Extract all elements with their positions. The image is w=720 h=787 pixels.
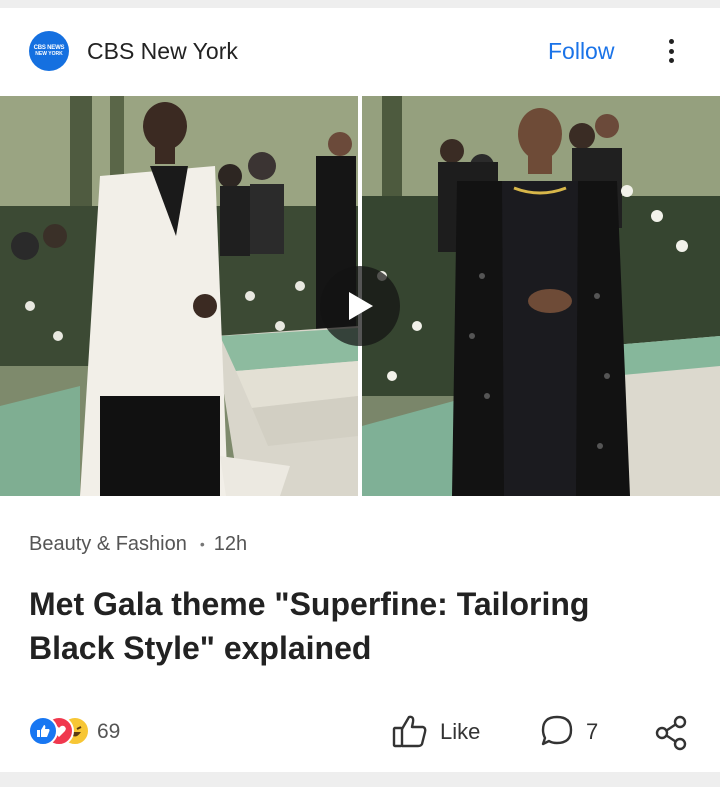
comment-count: 7: [586, 719, 599, 744]
category-label[interactable]: Beauty & Fashion: [29, 532, 187, 556]
article-meta: Beauty & Fashion • 12h: [29, 532, 247, 556]
engagement-bar: 69 Like 7: [0, 708, 720, 758]
photo-man-white-suit: [0, 96, 358, 496]
source-name[interactable]: CBS New York: [87, 37, 238, 65]
thumbs-up-icon: [392, 714, 428, 751]
like-button[interactable]: Like: [392, 714, 480, 750]
play-icon[interactable]: [320, 266, 400, 346]
share-icon[interactable]: [652, 714, 690, 752]
cbs-new-york-logo[interactable]: CBS NEWS NEW YORK: [29, 31, 69, 71]
article-headline[interactable]: Met Gala theme "Superfine: Tailoring Bla…: [29, 582, 669, 670]
photo-man-black-coat: [362, 96, 720, 496]
follow-button[interactable]: Follow: [548, 37, 614, 65]
separator-dot: •: [199, 536, 205, 552]
like-label: Like: [440, 719, 481, 744]
like-reaction-icon: [28, 716, 58, 746]
more-options-icon[interactable]: [660, 34, 682, 68]
video-thumbnail[interactable]: [0, 96, 720, 496]
article-age: 12h: [213, 533, 248, 555]
logo-text-line2: NEW YORK: [35, 51, 63, 57]
comment-button[interactable]: 7: [540, 714, 598, 750]
comment-icon: [540, 714, 574, 751]
card-header: CBS NEWS NEW YORK CBS New York Follow: [0, 8, 720, 94]
reaction-count[interactable]: 69: [97, 719, 120, 745]
news-card[interactable]: CBS NEWS NEW YORK CBS New York Follow Be…: [0, 8, 720, 772]
reactions-summary[interactable]: [28, 716, 92, 748]
